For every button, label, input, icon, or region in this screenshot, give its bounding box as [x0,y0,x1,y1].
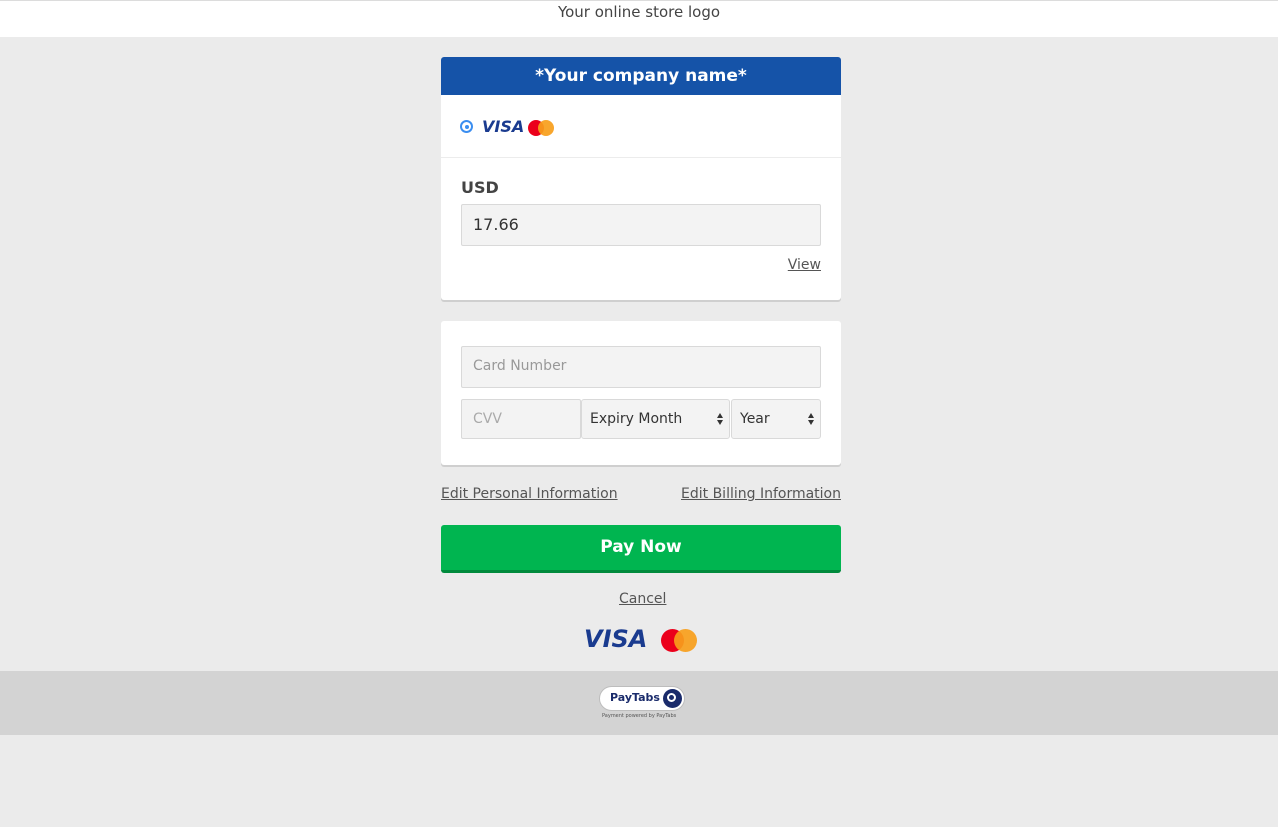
edit-personal-info-link[interactable]: Edit Personal Information [441,486,618,502]
year-select[interactable]: Year [731,399,821,439]
store-logo-bar: Your online store logo [0,0,1278,37]
currency-label: USD [461,178,499,197]
mastercard-icon [528,120,554,136]
expiry-month-label: Expiry Month [590,411,683,427]
payment-method-row[interactable]: VISA [441,95,841,158]
year-label: Year [740,411,770,427]
visa-logo: VISA [584,625,648,653]
view-link[interactable]: View [788,257,821,273]
paytabs-logo: PayTabs [599,686,685,711]
visa-icon: VISA [482,117,525,136]
payment-method-radio[interactable] [460,120,473,133]
merchant-card: *Your company name* VISA USD 17.66 View [441,57,841,300]
amount-field: 17.66 [461,204,821,246]
store-logo-text: Your online store logo [557,3,721,21]
paytabs-check-icon [663,689,682,708]
company-name: *Your company name* [441,57,841,95]
powered-by-text: Payment powered by PayTabs [602,713,677,719]
paytabs-logo-text: PayTabs [610,691,660,704]
select-arrows-icon [808,412,816,426]
footer: PayTabs Payment powered by PayTabs [0,671,1278,735]
pay-now-button[interactable]: Pay Now [441,525,841,573]
card-details-form: Card Number CVV Expiry Month Year [441,321,841,465]
select-arrows-icon [717,412,725,426]
expiry-month-select[interactable]: Expiry Month [581,399,730,439]
edit-billing-info-link[interactable]: Edit Billing Information [681,486,841,502]
card-number-input[interactable]: Card Number [461,346,821,388]
cancel-link[interactable]: Cancel [619,591,666,607]
mastercard-logo [661,629,697,652]
cvv-input[interactable]: CVV [461,399,581,439]
